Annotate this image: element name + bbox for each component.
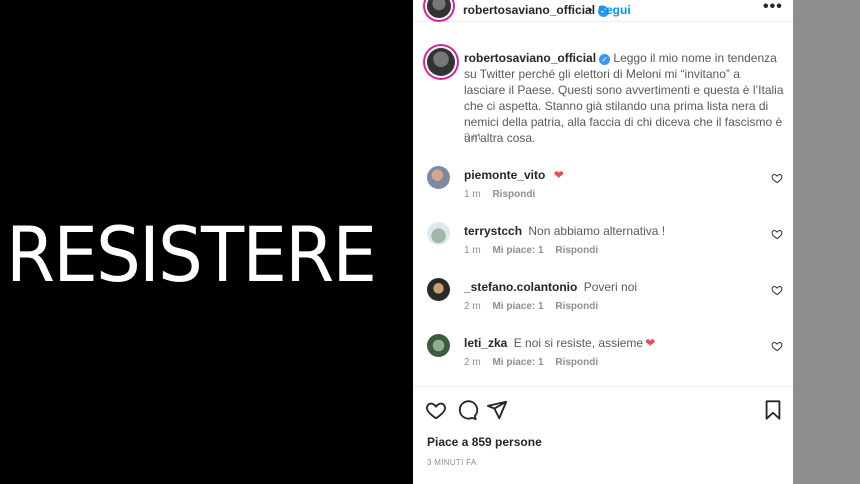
comment-item: leti_zka E noi si resiste, assieme ❤ 2 m … — [413, 334, 793, 384]
comment-text: E noi si resiste, assieme — [513, 336, 644, 350]
comment-item: _stefano.colantonio Poveri noi 2 m Mi pi… — [413, 278, 793, 328]
commenter-avatar[interactable] — [427, 166, 450, 189]
reply-button[interactable]: Rispondi — [492, 189, 535, 200]
more-options-icon[interactable]: ••• — [763, 0, 783, 16]
reply-button[interactable]: Rispondi — [555, 301, 598, 312]
comment-username[interactable]: leti_zka — [464, 336, 507, 350]
comment-meta: 2 m Mi piace: 1 Rispondi — [464, 301, 607, 312]
post-actions-bar: Piace a 859 persone 3 MINUTI FA — [413, 386, 793, 484]
comment-likes-count[interactable]: Mi piace: 1 — [492, 301, 543, 312]
caption-username[interactable]: robertosaviano_official — [464, 51, 596, 65]
comment-time[interactable]: 2 m — [464, 301, 481, 312]
comment-username[interactable]: _stefano.colantonio — [464, 280, 577, 294]
comment-item: terrystcch Non abbiamo alternativa ! 1 m… — [413, 222, 793, 272]
like-heart-icon[interactable] — [425, 399, 447, 421]
likes-count[interactable]: Piace a 859 persone — [427, 435, 542, 449]
save-bookmark-icon[interactable] — [762, 399, 784, 421]
comment-body: leti_zka E noi si resiste, assieme ❤ — [464, 336, 655, 350]
red-heart-emoji-icon: ❤ — [645, 336, 656, 350]
comment-bubble-icon[interactable] — [456, 399, 478, 421]
page-backdrop — [793, 0, 860, 484]
comment-text: Non abbiamo alternativa ! — [528, 224, 666, 238]
caption-text-block: robertosaviano_official ✓ Leggo il mio no… — [464, 50, 784, 146]
like-comment-heart-icon[interactable] — [771, 172, 783, 184]
author-avatar[interactable] — [427, 0, 451, 18]
comment-username[interactable]: terrystcch — [464, 224, 522, 238]
red-heart-emoji-icon: ❤ — [553, 168, 564, 182]
caption-author-avatar[interactable] — [427, 48, 455, 76]
post-header: robertosaviano_official ✓ • Segui ••• — [413, 0, 793, 22]
comment-body: terrystcch Non abbiamo alternativa ! — [464, 224, 665, 238]
post-image: RESISTERE — [0, 0, 413, 484]
like-comment-heart-icon[interactable] — [771, 284, 783, 296]
comment-meta: 1 m Mi piace: 1 Rispondi — [464, 245, 607, 256]
comment-likes-count[interactable]: Mi piace: 1 — [492, 357, 543, 368]
post-detail-panel: robertosaviano_official ✓ • Segui ••• rob… — [413, 0, 793, 484]
comment-text: Poveri noi — [583, 280, 638, 294]
commenter-avatar[interactable] — [427, 334, 450, 357]
comment-body: piemonte_vito ❤ — [464, 168, 564, 182]
share-paper-plane-icon[interactable] — [486, 399, 508, 421]
like-comment-heart-icon[interactable] — [771, 340, 783, 352]
verified-badge-icon: ✓ — [599, 54, 611, 65]
commenter-avatar[interactable] — [427, 222, 450, 245]
reply-button[interactable]: Rispondi — [555, 245, 598, 256]
comment-meta: 2 m Mi piace: 1 Rispondi — [464, 357, 607, 368]
commenter-avatar[interactable] — [427, 278, 450, 301]
comment-meta: 1 m Rispondi — [464, 189, 544, 200]
post-timestamp[interactable]: 3 MINUTI FA — [427, 458, 477, 467]
caption-text: Leggo il mio nome in tendenza su Twitter… — [464, 51, 784, 145]
separator-dot: • — [588, 3, 593, 17]
follow-button[interactable]: Segui — [598, 3, 631, 17]
comment-likes-count[interactable]: Mi piace: 1 — [492, 245, 543, 256]
comment-item: piemonte_vito ❤ 1 m Rispondi — [413, 166, 793, 216]
comment-body: _stefano.colantonio Poveri noi — [464, 280, 637, 294]
comment-time[interactable]: 2 m — [464, 357, 481, 368]
post-image-text: RESISTERE — [6, 210, 377, 299]
comment-username[interactable]: piemonte_vito — [464, 168, 545, 182]
caption-time[interactable]: 3 m — [464, 132, 481, 143]
like-comment-heart-icon[interactable] — [771, 228, 783, 240]
reply-button[interactable]: Rispondi — [555, 357, 598, 368]
comment-time[interactable]: 1 m — [464, 245, 481, 256]
comment-time[interactable]: 1 m — [464, 189, 481, 200]
